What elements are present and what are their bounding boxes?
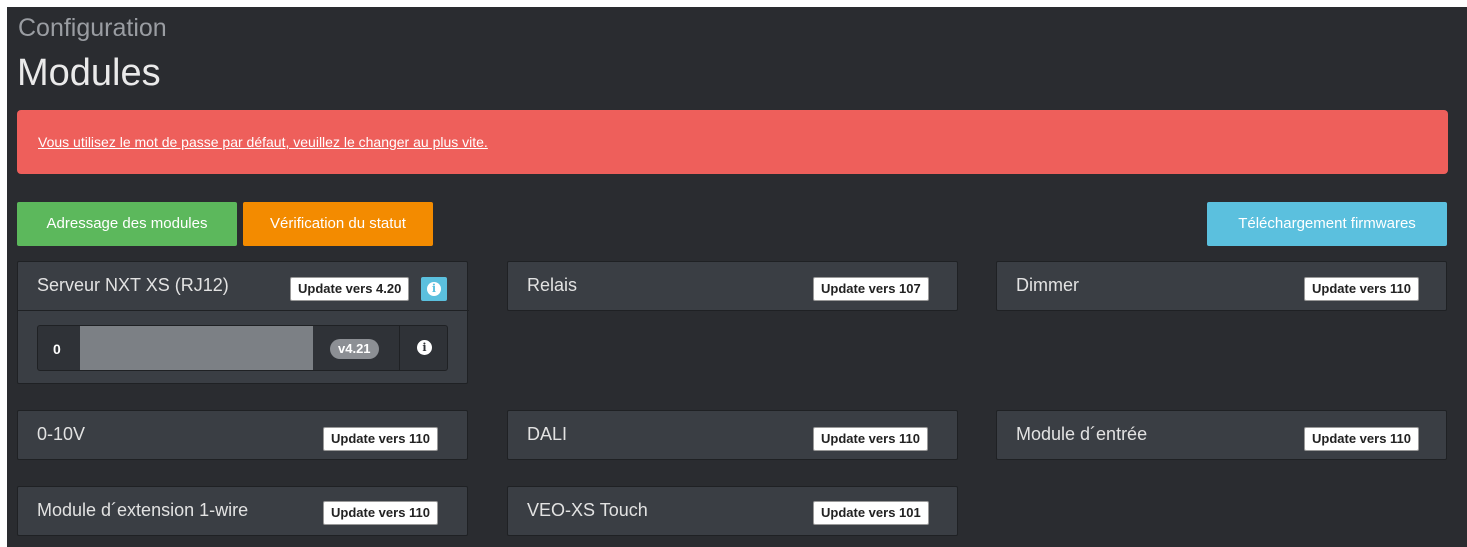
module-row: 0 v4.21 i xyxy=(37,325,448,371)
module-index: 0 xyxy=(53,341,61,357)
addressing-button[interactable]: Adressage des modules xyxy=(17,202,237,246)
module-name: VEO-XS Touch xyxy=(527,500,648,520)
module-card-server: Serveur NXT XS (RJ12) Update vers 4.20 i… xyxy=(17,261,469,384)
update-button[interactable]: Update vers 110 xyxy=(813,427,929,451)
module-card-relais: Relais Update vers 107 xyxy=(507,261,958,311)
module-name: Dimmer xyxy=(1016,275,1079,295)
info-circle-icon[interactable]: i xyxy=(417,340,432,355)
version-badge: v4.21 xyxy=(330,339,379,359)
module-card-dimmer: Dimmer Update vers 110 xyxy=(996,261,1447,311)
module-progress-bar xyxy=(80,326,313,370)
module-name: Relais xyxy=(527,275,578,295)
password-alert: Vous utilisez le mot de passe par défaut… xyxy=(17,110,1448,174)
module-name: DALI xyxy=(527,424,568,444)
status-check-button[interactable]: Vérification du statut xyxy=(243,202,433,246)
module-card-veo-xs-touch: VEO-XS Touch Update vers 101 xyxy=(507,486,958,536)
module-body: 0 v4.21 i xyxy=(18,310,469,384)
update-button[interactable]: Update vers 110 xyxy=(323,427,439,451)
divider xyxy=(399,326,400,370)
module-card-0-10v: 0-10V Update vers 110 xyxy=(17,410,468,460)
update-button[interactable]: Update vers 107 xyxy=(813,277,929,301)
firmware-download-button[interactable]: Téléchargement firmwares xyxy=(1207,202,1447,246)
page-title: Modules xyxy=(17,52,161,94)
update-button[interactable]: Update vers 110 xyxy=(1304,277,1420,301)
left-border xyxy=(0,0,7,547)
info-button[interactable]: i xyxy=(421,277,447,301)
update-button[interactable]: Update vers 101 xyxy=(813,501,929,525)
page-subtitle: Configuration xyxy=(18,14,167,42)
top-border xyxy=(0,0,1467,7)
module-name: Module d´entrée xyxy=(1016,424,1148,444)
update-button[interactable]: Update vers 110 xyxy=(1304,427,1420,451)
module-name: Serveur NXT XS (RJ12) xyxy=(37,275,229,295)
update-button[interactable]: Update vers 110 xyxy=(323,501,439,525)
module-name: 0-10V xyxy=(37,424,86,444)
module-name: Module d´extension 1-wire xyxy=(37,500,249,520)
update-button[interactable]: Update vers 4.20 xyxy=(290,277,410,301)
info-circle-icon: i xyxy=(427,282,441,296)
change-password-link[interactable]: Vous utilisez le mot de passe par défaut… xyxy=(38,134,488,150)
module-card-1wire: Module d´extension 1-wire Update vers 11… xyxy=(17,486,468,536)
module-card-input: Module d´entrée Update vers 110 xyxy=(996,410,1447,460)
module-card-dali: DALI Update vers 110 xyxy=(507,410,958,460)
